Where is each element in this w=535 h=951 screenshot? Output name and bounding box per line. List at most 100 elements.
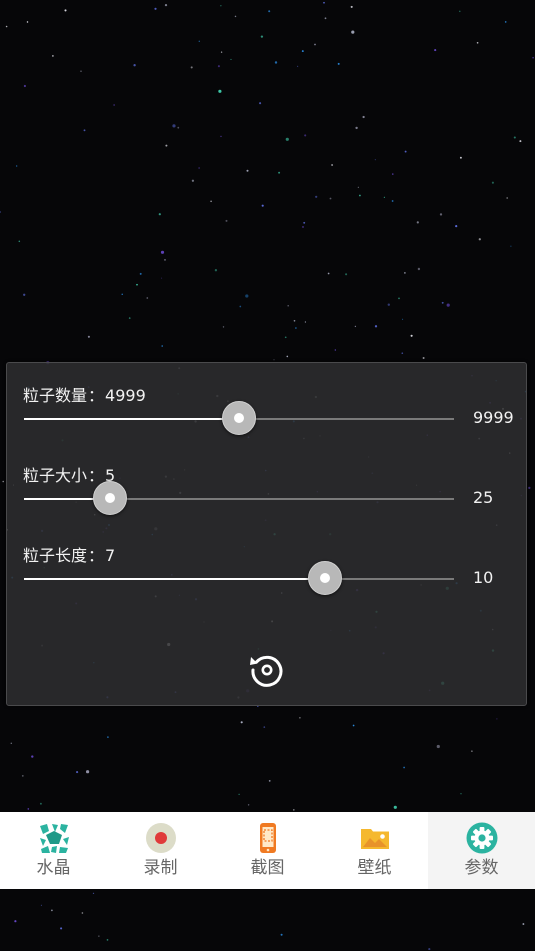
particle-length-setting: 粒子长度：7 10 (23, 545, 513, 625)
star-particle (218, 89, 222, 93)
star-particle (273, 359, 275, 361)
reset-button[interactable] (247, 649, 287, 689)
nav-item-crystal[interactable]: 水晶 (0, 812, 107, 889)
star-particle (161, 345, 163, 347)
star-particle (14, 920, 17, 923)
star-particle (240, 721, 243, 724)
star-particle (76, 771, 79, 774)
star-particle (268, 779, 271, 782)
star-particle (401, 352, 404, 355)
star-particle (86, 770, 90, 774)
star-particle (293, 319, 296, 322)
star-particle (323, 1, 325, 4)
star-particle (5, 25, 8, 28)
star-particle (302, 226, 304, 228)
star-particle (286, 355, 289, 358)
star-particle (301, 50, 304, 53)
star-particle (459, 156, 462, 159)
star-particle (280, 933, 283, 936)
settings-gear-icon (466, 822, 497, 854)
star-particle (359, 194, 361, 197)
star-particle (128, 317, 131, 319)
star-particle (296, 65, 299, 68)
star-particle (133, 64, 136, 67)
nav-item-record[interactable]: 录制 (107, 812, 214, 889)
star-particle (160, 250, 165, 254)
star-particle (161, 277, 163, 279)
star-particle (329, 197, 332, 200)
star-particle (460, 792, 462, 795)
star-particle (350, 5, 353, 8)
star-particle (334, 349, 336, 351)
star-particle (362, 115, 365, 119)
star-particle (107, 736, 109, 738)
star-particle (496, 718, 498, 720)
star-particle (506, 197, 509, 199)
star-particle (230, 58, 232, 60)
nav-item-settings[interactable]: 参数 (428, 812, 535, 889)
star-particle (10, 742, 13, 745)
nav-item-wallpaper[interactable]: 壁纸 (321, 812, 428, 889)
star-particle (404, 150, 407, 153)
particle-size-slider-thumb[interactable] (93, 481, 127, 515)
nav-label-screenshot: 截图 (250, 858, 285, 878)
star-particle (327, 272, 330, 275)
star-particle (422, 357, 425, 359)
star-particle (113, 104, 115, 106)
star-particle (18, 240, 21, 243)
star-particle (393, 805, 397, 809)
star-particle (225, 219, 228, 222)
record-icon (145, 823, 176, 853)
particle-length-slider-fill (24, 578, 325, 580)
particle-count-max: 9999 (473, 408, 514, 427)
particle-count-slider[interactable] (24, 401, 454, 435)
star-particle (391, 200, 394, 202)
particle-count-slider-thumb[interactable] (222, 401, 256, 435)
star-particle (284, 336, 287, 339)
star-particle (295, 327, 297, 329)
star-particle (261, 204, 264, 207)
particle-length-slider-thumb[interactable] (308, 561, 342, 595)
star-particle (247, 804, 250, 806)
star-particle (177, 126, 180, 129)
star-particle (383, 196, 385, 198)
star-particle (164, 3, 168, 7)
star-particle (355, 126, 358, 130)
particle-count-slider-fill (24, 418, 239, 420)
star-particle (315, 195, 318, 198)
nav-item-screenshot[interactable]: 截图 (214, 812, 321, 889)
particle-count-setting: 粒子数量：4999 9999 (23, 385, 514, 465)
particle-count-label: 粒子数量：4999 (23, 386, 146, 405)
particle-size-setting: 粒子大小：5 25 (23, 465, 513, 545)
star-particle (387, 303, 390, 306)
bottom-navigation: 水晶 录制 截图 壁纸 参数 (0, 812, 535, 889)
particle-length-slider[interactable] (24, 561, 454, 595)
star-particle (238, 793, 240, 795)
particle-length-max: 10 (473, 568, 494, 587)
particle-screen: 粒子数量：4999 9999 粒子大小：5 25 粒子长度：7 10 水晶 录制… (0, 0, 535, 951)
star-particle (314, 43, 316, 46)
star-particle (26, 21, 29, 23)
star-particle (351, 30, 355, 34)
star-particle (504, 21, 507, 23)
star-particle (172, 124, 176, 128)
star-particle (23, 84, 26, 88)
star-particle (519, 140, 522, 143)
star-particle (16, 165, 18, 167)
star-particle (220, 51, 223, 53)
star-particle (476, 41, 479, 44)
star-particle (0, 211, 2, 213)
particle-size-slider[interactable] (24, 481, 454, 515)
star-particle (459, 10, 461, 13)
star-particle (478, 238, 481, 241)
star-particle (80, 70, 82, 73)
star-particle (146, 297, 149, 299)
particle-length-value: 7 (105, 546, 116, 565)
star-particle (392, 173, 394, 175)
star-particle (303, 221, 306, 224)
particle-settings-panel: 粒子数量：4999 9999 粒子大小：5 25 粒子长度：7 10 (6, 362, 527, 706)
star-particle (268, 10, 271, 13)
star-particle (191, 179, 195, 182)
star-particle (287, 305, 289, 307)
star-particle (31, 755, 34, 758)
